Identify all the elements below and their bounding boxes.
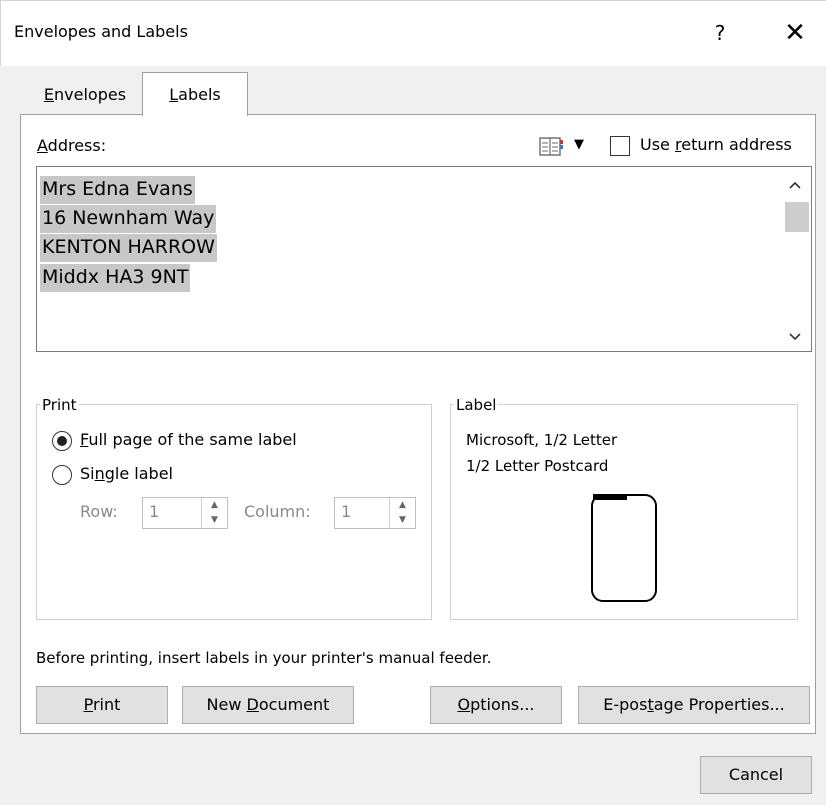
- column-value: 1: [341, 502, 352, 521]
- row-stepper[interactable]: 1 ▲ ▼: [142, 497, 228, 529]
- chevron-down-icon[interactable]: [782, 326, 808, 348]
- label-preview-image: [591, 494, 657, 602]
- chevron-up-icon[interactable]: [782, 174, 808, 196]
- label-group-title: Label: [454, 396, 499, 414]
- cancel-button[interactable]: Cancel: [700, 756, 812, 794]
- stepper-down-icon[interactable]: ▼: [202, 513, 227, 528]
- epostage-properties-button[interactable]: E-postage Properties...: [578, 686, 810, 724]
- new-document-button[interactable]: New Document: [182, 686, 354, 724]
- row-stepper-buttons: ▲ ▼: [201, 498, 227, 528]
- single-label-label[interactable]: Single label: [80, 464, 173, 483]
- use-return-address-label[interactable]: Use return address: [640, 135, 792, 154]
- full-page-label[interactable]: Full page of the same label: [80, 430, 297, 449]
- print-group-title: Print: [40, 396, 79, 414]
- address-book-dropdown-icon[interactable]: ▼: [574, 137, 584, 152]
- help-button[interactable]: ?: [700, 14, 740, 52]
- feeder-note: Before printing, insert labels in your p…: [36, 649, 492, 667]
- stepper-up-icon[interactable]: ▲: [202, 498, 227, 513]
- stepper-up-icon[interactable]: ▲: [390, 498, 415, 513]
- address-line: KENTON HARROW: [40, 234, 217, 262]
- radio-selected-dot: [57, 436, 67, 446]
- address-scrollbar[interactable]: [782, 172, 808, 348]
- label-vendor: Microsoft, 1/2 Letter: [466, 431, 618, 449]
- label-product: 1/2 Letter Postcard: [466, 457, 609, 475]
- tab-envelopes[interactable]: Envelopes: [28, 78, 142, 114]
- address-label: Address:: [37, 136, 107, 155]
- column-stepper-buttons: ▲ ▼: [389, 498, 415, 528]
- use-return-address-checkbox[interactable]: [610, 136, 630, 156]
- stepper-down-icon[interactable]: ▼: [390, 513, 415, 528]
- options-button[interactable]: Options...: [430, 686, 562, 724]
- scrollbar-thumb[interactable]: [785, 202, 809, 232]
- label-preview-edge: [593, 494, 627, 500]
- address-line: Middx HA3 9NT: [40, 264, 191, 292]
- print-button[interactable]: Print: [36, 686, 168, 724]
- address-line: 16 Newnham Way: [40, 205, 217, 233]
- address-line: Mrs Edna Evans: [40, 176, 195, 204]
- row-value: 1: [149, 502, 160, 521]
- dialog-title: Envelopes and Labels: [14, 22, 188, 41]
- column-stepper[interactable]: 1 ▲ ▼: [334, 497, 416, 529]
- close-button[interactable]: ✕: [772, 14, 818, 52]
- address-book-icon[interactable]: [538, 136, 566, 158]
- full-page-radio[interactable]: [52, 431, 72, 451]
- column-label: Column:: [244, 502, 311, 521]
- row-label: Row:: [80, 502, 118, 521]
- tab-labels[interactable]: Labels: [142, 72, 248, 116]
- single-label-radio[interactable]: [52, 465, 72, 485]
